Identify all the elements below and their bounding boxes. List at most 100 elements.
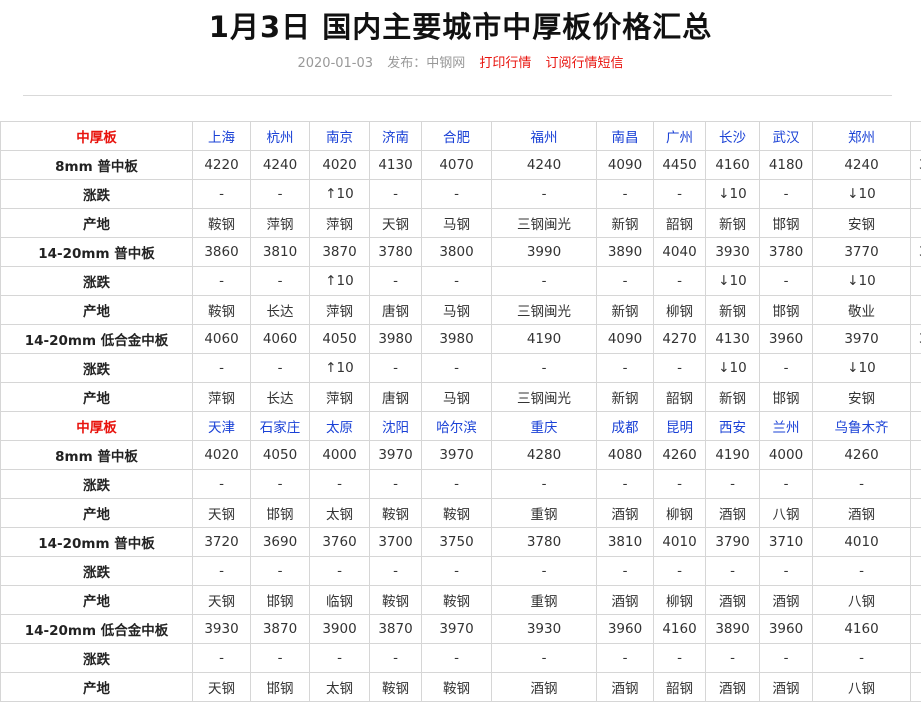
city-link[interactable]: 郑州 [812, 121, 911, 151]
price-cell: 3810 [250, 237, 310, 267]
price-cell: 4160 [653, 614, 706, 644]
empty-cell [910, 556, 921, 586]
price-cell: 4450 [653, 150, 706, 180]
price-cell: 3720 [192, 527, 251, 557]
origin-cell: 鞍钢 [369, 672, 422, 702]
origin-cell: 天钢 [192, 585, 251, 615]
city-link[interactable]: 石家庄 [250, 411, 310, 441]
origin-cell: 三钢闽光 [491, 295, 597, 325]
origin-cell: 柳钢 [653, 498, 706, 528]
city-link[interactable]: 南昌 [596, 121, 654, 151]
city-link[interactable]: 杭州 [250, 121, 310, 151]
price-cell: 3900 [309, 614, 370, 644]
change-cell: ↓10 [705, 266, 760, 296]
origin-cell: 柳钢 [653, 585, 706, 615]
row-label: 产地 [0, 208, 193, 238]
divider [23, 95, 892, 96]
table-row: 产地 天钢 邯钢 临钢 鞍钢 鞍钢 重钢 酒钢 柳钢 酒钢 酒钢 八钢 [0, 585, 921, 615]
change-cell: - [250, 643, 310, 673]
subscribe-link[interactable]: 订阅行情短信 [546, 56, 624, 71]
change-cell: ↓10 [705, 179, 760, 209]
origin-cell: 天钢 [369, 208, 422, 238]
change-cell: - [653, 643, 706, 673]
origin-cell: 鞍钢 [192, 208, 251, 238]
price-cell: 4220 [192, 150, 251, 180]
city-link[interactable]: 合肥 [421, 121, 492, 151]
price-cell: 4090 [596, 324, 654, 354]
city-link[interactable]: 哈尔滨 [421, 411, 492, 441]
origin-cell: 太钢 [309, 672, 370, 702]
origin-cell: 临钢 [309, 585, 370, 615]
city-link[interactable]: 长沙 [705, 121, 760, 151]
change-cell: - [653, 266, 706, 296]
price-cell: 4020 [309, 150, 370, 180]
change-cell: - [759, 469, 813, 499]
price-cell: 3990 [491, 237, 597, 267]
change-cell: - [192, 556, 251, 586]
print-link[interactable]: 打印行情 [479, 56, 531, 71]
publisher: 发布：中钢网 [387, 56, 466, 71]
city-link[interactable]: 兰州 [759, 411, 813, 441]
city-link[interactable]: 上海 [192, 121, 251, 151]
city-link[interactable]: 武汉 [759, 121, 813, 151]
origin-cell: 马钢 [421, 208, 492, 238]
price-cell: 4000 [759, 440, 813, 470]
city-link[interactable]: 西安 [705, 411, 760, 441]
change-cell: - [705, 643, 760, 673]
price-cell: 4010 [653, 527, 706, 557]
price-cell: 4080 [596, 440, 654, 470]
price-cell: 3890 [910, 324, 921, 354]
change-cell: - [596, 556, 654, 586]
origin-cell: 酒钢 [705, 585, 760, 615]
city-link[interactable]: 北京 [910, 121, 921, 151]
table-row: 8mm 普中板 4020 4050 4000 3970 3970 4280 4080 4260 4… [0, 440, 921, 470]
city-link[interactable]: 昆明 [653, 411, 706, 441]
change-cell: - [421, 556, 492, 586]
row-label: 8mm 普中板 [0, 440, 193, 470]
price-cell: 3710 [759, 527, 813, 557]
price-cell: 3980 [369, 324, 422, 354]
change-cell: - [421, 179, 492, 209]
city-link[interactable]: 成都 [596, 411, 654, 441]
change-cell: - [369, 179, 422, 209]
city-link[interactable]: 广州 [653, 121, 706, 151]
origin-cell: 安钢 [812, 208, 911, 238]
price-cell: 3700 [369, 527, 422, 557]
empty-cell [910, 440, 921, 470]
city-link[interactable]: 福州 [491, 121, 597, 151]
table-row: 产地鞍钢长达萍钢唐钢马钢三钢闽光新钢柳钢新钢邯钢敬业天钢 [0, 295, 921, 325]
city-link[interactable]: 沈阳 [369, 411, 422, 441]
change-cell: - [653, 556, 706, 586]
change-cell: ↓10 [812, 179, 911, 209]
origin-cell: 八钢 [759, 498, 813, 528]
city-link[interactable]: 南京 [309, 121, 370, 151]
empty-cell [910, 614, 921, 644]
change-cell: - [910, 179, 921, 209]
city-link[interactable]: 乌鲁木齐 [812, 411, 911, 441]
row-label: 涨跌 [0, 266, 193, 296]
price-cell: 3970 [421, 614, 492, 644]
origin-cell: 邯钢 [759, 382, 813, 412]
price-cell: 4260 [653, 440, 706, 470]
change-cell: - [250, 353, 310, 383]
price-cell: 3770 [812, 237, 911, 267]
origin-cell: 马钢 [421, 382, 492, 412]
price-table-body: 中厚板上海杭州南京济南合肥福州南昌广州长沙武汉郑州北京8mm 普中板422042… [0, 121, 921, 702]
row-label: 14-20mm 低合金中板 [0, 614, 193, 644]
price-cell: 4060 [192, 324, 251, 354]
city-link[interactable]: 天津 [192, 411, 251, 441]
city-link[interactable]: 重庆 [491, 411, 597, 441]
origin-cell: 酒钢 [812, 498, 911, 528]
city-link[interactable]: 太原 [309, 411, 370, 441]
price-cell: 3960 [596, 614, 654, 644]
price-cell: 4270 [653, 324, 706, 354]
change-cell: - [369, 353, 422, 383]
origin-cell: 酒钢 [705, 498, 760, 528]
change-cell: - [705, 556, 760, 586]
origin-cell: 萍钢 [309, 208, 370, 238]
origin-cell: 新钢 [596, 208, 654, 238]
city-link[interactable]: 济南 [369, 121, 422, 151]
change-cell: - [491, 643, 597, 673]
price-cell: 3800 [421, 237, 492, 267]
origin-cell: 新钢 [705, 295, 760, 325]
